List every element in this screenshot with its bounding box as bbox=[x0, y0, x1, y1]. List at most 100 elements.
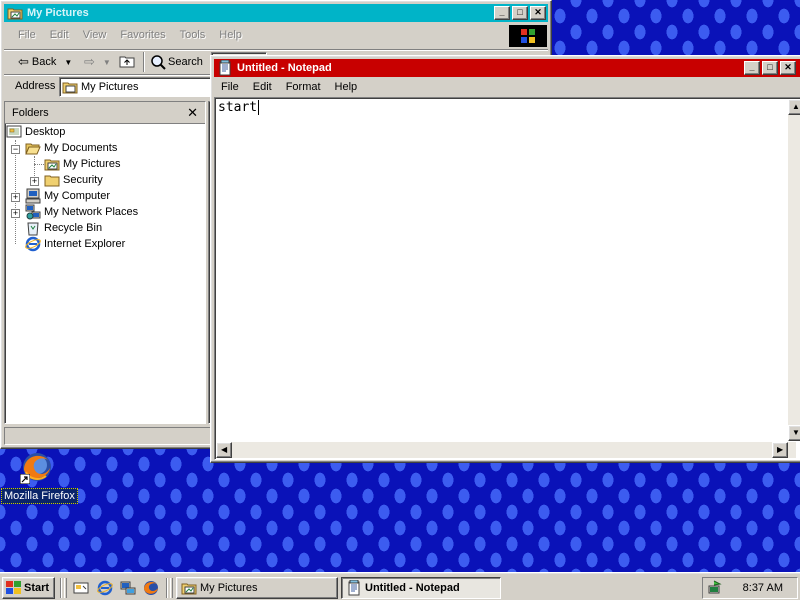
tree-item-internet-explorer[interactable]: Internet Explorer bbox=[25, 236, 125, 252]
task-label: My Pictures bbox=[200, 582, 258, 594]
tree-label: Security bbox=[63, 174, 103, 186]
explorer-minimize-button[interactable]: _ bbox=[494, 6, 510, 20]
desktop-icon-firefox[interactable]: Mozilla Firefox bbox=[0, 450, 78, 504]
scroll-down-button[interactable]: ▼ bbox=[788, 425, 800, 441]
expander-my-network-places[interactable]: + bbox=[11, 209, 20, 218]
start-label: Start bbox=[24, 582, 50, 594]
notepad-titlebar[interactable]: Untitled - Notepad _ □ ✕ bbox=[214, 59, 800, 77]
system-tray: 8:37 AM bbox=[702, 577, 798, 599]
folder-icon bbox=[44, 175, 60, 187]
up-folder-icon bbox=[119, 56, 135, 68]
search-label: Search bbox=[168, 56, 203, 68]
folders-pane-header: Folders ✕ bbox=[5, 102, 205, 124]
address-label: Address bbox=[15, 80, 56, 92]
clock[interactable]: 8:37 AM bbox=[743, 582, 783, 594]
scroll-down-arrow-icon: ▼ bbox=[792, 428, 800, 437]
tree-item-my-network-places[interactable]: My Network Places bbox=[25, 204, 138, 220]
firefox-icon[interactable] bbox=[143, 580, 159, 596]
vertical-scrollbar[interactable]: ▲ ▼ bbox=[788, 99, 800, 441]
explorer-status-bar bbox=[4, 427, 214, 445]
notepad-menu-format[interactable]: Format bbox=[279, 79, 328, 95]
tree-item-my-documents[interactable]: My Documents bbox=[25, 140, 117, 156]
explorer-menu-edit[interactable]: Edit bbox=[43, 27, 76, 43]
shortcut-arrow-icon bbox=[20, 474, 30, 484]
horizontal-scrollbar[interactable]: ◀ ▶ bbox=[216, 442, 796, 458]
toolbar-separator bbox=[143, 52, 145, 72]
explorer-titlebar[interactable]: My Pictures _ □ ✕ bbox=[4, 4, 548, 22]
address-field[interactable]: My Pictures bbox=[59, 77, 219, 97]
internet-explorer-icon bbox=[25, 236, 41, 252]
tree-line bbox=[34, 164, 44, 165]
notepad-close-button[interactable]: ✕ bbox=[780, 61, 796, 75]
folders-pane: Folders ✕ Desktop − My Documents My Pict… bbox=[4, 101, 206, 424]
notepad-menu-edit[interactable]: Edit bbox=[246, 79, 279, 95]
tree-label: My Network Places bbox=[44, 206, 139, 218]
expander-security[interactable]: + bbox=[30, 177, 39, 186]
recycle-bin-icon bbox=[27, 222, 39, 236]
explorer-menu-view[interactable]: View bbox=[76, 27, 114, 43]
tree-item-desktop[interactable]: Desktop bbox=[6, 124, 65, 140]
notepad-menu-file[interactable]: File bbox=[214, 79, 246, 95]
explorer-menu-help[interactable]: Help bbox=[212, 27, 249, 43]
scroll-right-button[interactable]: ▶ bbox=[772, 442, 788, 458]
notepad-icon bbox=[348, 580, 360, 596]
notepad-content: start bbox=[218, 100, 260, 115]
task-button-my-pictures[interactable]: My Pictures bbox=[176, 577, 338, 599]
explorer-title: My Pictures bbox=[27, 7, 89, 19]
task-button-notepad[interactable]: Untitled - Notepad bbox=[341, 577, 501, 599]
notepad-window: Untitled - Notepad _ □ ✕ File Edit Forma… bbox=[210, 55, 800, 463]
back-button[interactable]: ⇦ Back ▼ bbox=[18, 53, 72, 71]
folders-label: Folders bbox=[12, 107, 49, 119]
up-folder-button[interactable] bbox=[119, 54, 137, 70]
forward-dropdown-icon: ▼ bbox=[102, 57, 111, 67]
notepad-text-area[interactable]: start ◀ ▶ ▲ ▼ bbox=[214, 97, 800, 460]
tree-label: Recycle Bin bbox=[44, 222, 103, 234]
tree-label: Internet Explorer bbox=[44, 238, 126, 250]
forward-button[interactable]: ⇨ ▼ bbox=[84, 53, 111, 71]
taskbar-separator bbox=[60, 578, 62, 598]
explorer-maximize-button[interactable]: □ bbox=[512, 6, 528, 20]
search-icon bbox=[151, 55, 166, 70]
show-desktop-icon[interactable] bbox=[73, 580, 89, 596]
explorer-close-button[interactable]: ✕ bbox=[530, 6, 546, 20]
notepad-icon bbox=[219, 60, 231, 76]
expander-my-documents[interactable]: − bbox=[11, 145, 20, 154]
notepad-maximize-button[interactable]: □ bbox=[762, 61, 778, 75]
text-cursor bbox=[258, 100, 260, 115]
notepad-minimize-button[interactable]: _ bbox=[744, 61, 760, 75]
tree-item-security[interactable]: Security bbox=[44, 172, 103, 188]
start-button[interactable]: Start bbox=[2, 577, 55, 599]
network-icon bbox=[25, 204, 41, 220]
tree-item-my-computer[interactable]: My Computer bbox=[25, 188, 110, 204]
explorer-menu-file[interactable]: File bbox=[11, 27, 43, 43]
address-value: My Pictures bbox=[81, 81, 139, 93]
network-status-icon[interactable] bbox=[708, 580, 724, 596]
explorer-menu-favorites[interactable]: Favorites bbox=[113, 27, 172, 43]
notepad-title: Untitled - Notepad bbox=[237, 62, 332, 74]
search-button[interactable]: Search bbox=[150, 53, 203, 71]
windows-flag-icon bbox=[521, 29, 535, 43]
back-label: Back bbox=[31, 56, 57, 68]
back-dropdown-icon: ▼ bbox=[64, 57, 73, 67]
task-label: Untitled - Notepad bbox=[365, 582, 460, 594]
explorer-menu-tools[interactable]: Tools bbox=[173, 27, 213, 43]
network-icon[interactable] bbox=[120, 580, 136, 596]
tree-item-my-pictures[interactable]: My Pictures bbox=[44, 156, 120, 172]
notepad-menubar: File Edit Format Help bbox=[214, 79, 364, 95]
scroll-right-arrow-icon: ▶ bbox=[777, 445, 784, 454]
scroll-up-button[interactable]: ▲ bbox=[788, 99, 800, 115]
expander-my-computer[interactable]: + bbox=[11, 193, 20, 202]
folders-close-icon[interactable]: ✕ bbox=[187, 105, 198, 121]
internet-explorer-icon[interactable] bbox=[97, 580, 113, 596]
scroll-up-arrow-icon: ▲ bbox=[792, 102, 800, 111]
folder-icon bbox=[44, 159, 60, 171]
scroll-left-button[interactable]: ◀ bbox=[216, 442, 232, 458]
open-folder-icon bbox=[25, 143, 41, 155]
notepad-menu-help[interactable]: Help bbox=[328, 79, 365, 95]
taskbar-separator bbox=[166, 578, 168, 598]
taskbar: Start My Pictures Untitled - Notepad 8:3… bbox=[0, 572, 800, 600]
scroll-left-arrow-icon: ◀ bbox=[221, 445, 228, 454]
taskbar-grip bbox=[170, 578, 173, 598]
tree-item-recycle-bin[interactable]: Recycle Bin bbox=[25, 220, 102, 236]
back-arrow-icon: ⇦ bbox=[18, 54, 29, 69]
